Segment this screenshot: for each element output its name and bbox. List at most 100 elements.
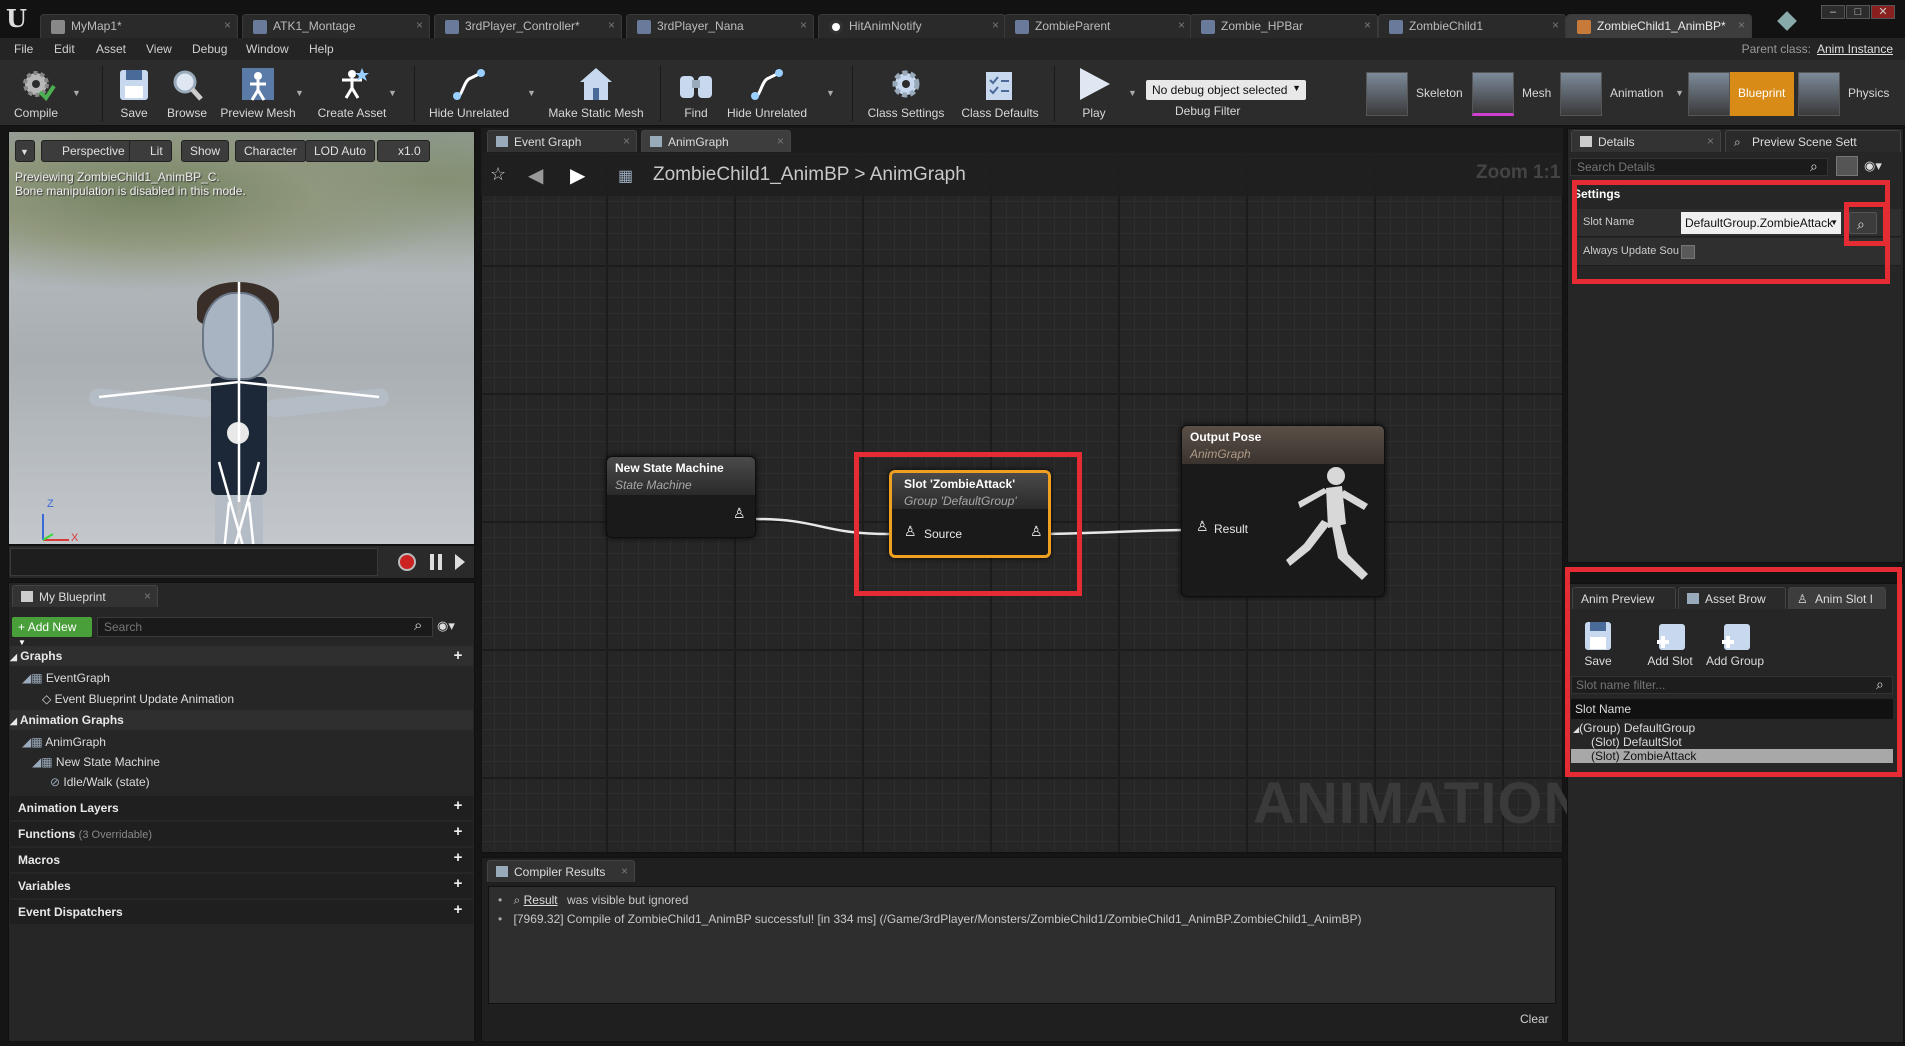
chevron-down-icon[interactable]: ▼ <box>1675 88 1684 98</box>
make-static-mesh-button[interactable]: Make Static Mesh <box>546 64 646 124</box>
section-event-dispatchers[interactable]: Event Dispatchers + <box>10 900 473 924</box>
play-options-arrow-icon[interactable]: ▼ <box>1128 88 1137 98</box>
visibility-eye-icon[interactable]: ◉▾ <box>1864 158 1882 174</box>
node-new-state-machine[interactable]: New State Machine State Machine ♙ <box>606 456 756 538</box>
close-icon[interactable]: × <box>621 864 628 878</box>
tab-3rdplayer-nana[interactable]: 3rdPlayer_Nana × <box>626 14 814 38</box>
menu-asset[interactable]: Asset <box>96 42 126 56</box>
class-settings-button[interactable]: Class Settings <box>864 64 948 124</box>
tab-compiler-results[interactable]: Compiler Results × <box>487 860 635 882</box>
close-icon[interactable]: × <box>1707 134 1714 148</box>
section-variables[interactable]: Variables + <box>10 874 473 898</box>
close-icon[interactable]: × <box>1364 18 1371 32</box>
mode-blueprint[interactable]: Blueprint <box>1688 72 1794 116</box>
search-icon[interactable]: ⌕ <box>414 617 422 634</box>
tab-mymap1[interactable]: MyMap1* × <box>40 14 238 38</box>
close-icon[interactable]: × <box>224 18 231 32</box>
tab-details[interactable]: Details × <box>1571 130 1721 152</box>
details-search-input[interactable] <box>1570 158 1828 176</box>
result-link[interactable]: Result <box>524 893 558 907</box>
minimize-button[interactable]: – <box>1821 5 1845 19</box>
mode-skeleton[interactable]: Skeleton <box>1366 72 1466 116</box>
menu-window[interactable]: Window <box>246 42 289 56</box>
record-icon[interactable] <box>398 553 416 571</box>
tree-item-idle-walk[interactable]: ⊘ Idle/Walk (state) <box>10 772 473 792</box>
unreal-logo-icon[interactable]: U <box>6 4 36 34</box>
hide-unrelated-button[interactable]: Hide Unrelated <box>426 64 512 124</box>
character-button[interactable]: Character <box>235 140 306 162</box>
compile-button[interactable]: Compile <box>8 64 64 124</box>
create-asset-options-arrow-icon[interactable]: ▼ <box>388 88 397 98</box>
timeline-scrubber[interactable] <box>10 548 378 576</box>
viewport-options-button[interactable]: ▼ <box>15 140 35 162</box>
tree-item-event-update[interactable]: ◇ Event Blueprint Update Animation <box>10 689 473 709</box>
close-icon[interactable]: × <box>623 134 630 148</box>
step-forward-icon[interactable] <box>455 554 465 570</box>
node-output-pose[interactable]: Output Pose AnimGraph ♙ Result <box>1181 425 1385 597</box>
clear-button[interactable]: Clear <box>1520 1012 1549 1026</box>
feedback-icon[interactable] <box>1777 11 1797 31</box>
add-macro-plus-icon[interactable]: + <box>451 850 465 865</box>
show-button[interactable]: Show <box>181 140 230 162</box>
menu-file[interactable]: File <box>14 42 33 56</box>
lod-button[interactable]: LOD Auto <box>305 140 376 162</box>
tree-item-animgraph[interactable]: ◢▦ AnimGraph <box>10 732 473 752</box>
pause-icon[interactable] <box>430 554 442 570</box>
save-button[interactable]: Save <box>112 64 156 124</box>
tab-zombiechild1[interactable]: ZombieChild1 × <box>1378 14 1566 38</box>
preview-viewport[interactable]: ▼ Perspective Lit Show Character LOD Aut… <box>8 131 475 545</box>
section-animation-layers[interactable]: Animation Layers + <box>10 796 473 820</box>
tab-zombiechild1-animbp[interactable]: ZombieChild1_AnimBP* × <box>1566 14 1752 38</box>
browse-button[interactable]: Browse <box>162 64 212 124</box>
add-layer-plus-icon[interactable]: + <box>451 798 465 813</box>
mode-physics[interactable]: Physics <box>1798 72 1898 116</box>
tab-3rdplayer-controller[interactable]: 3rdPlayer_Controller* × <box>434 14 622 38</box>
menu-debug[interactable]: Debug <box>192 42 227 56</box>
play-button[interactable]: Play <box>1066 64 1122 124</box>
playback-speed-button[interactable]: x1.0 <box>377 140 430 162</box>
tab-preview-scene-settings[interactable]: ⌕ Preview Scene Sett <box>1725 130 1901 152</box>
property-matrix-icon[interactable] <box>1836 156 1858 176</box>
preview-mesh-button[interactable]: Preview Mesh <box>216 64 300 124</box>
perspective-button[interactable]: Perspective <box>41 140 134 162</box>
class-defaults-button[interactable]: Class Defaults <box>958 64 1042 124</box>
pose-output-pin-icon[interactable]: ♙ <box>733 505 746 522</box>
close-icon[interactable]: × <box>416 18 423 32</box>
blueprint-search-input[interactable] <box>97 617 433 637</box>
close-icon[interactable]: × <box>800 18 807 32</box>
section-graphs[interactable]: ◢ Graphs + <box>10 646 473 666</box>
close-icon[interactable]: × <box>1552 18 1559 32</box>
lit-button[interactable]: Lit <box>129 140 172 162</box>
parent-class-link[interactable]: Anim Instance <box>1817 42 1893 56</box>
add-dispatcher-plus-icon[interactable]: + <box>451 902 465 917</box>
tab-animgraph[interactable]: AnimGraph × <box>641 130 791 152</box>
add-variable-plus-icon[interactable]: + <box>451 876 465 891</box>
find-button[interactable]: Find <box>674 64 718 124</box>
tree-item-eventgraph[interactable]: ◢▦ EventGraph <box>10 668 473 688</box>
section-functions[interactable]: Functions (3 Overridable) + <box>10 822 473 846</box>
tab-event-graph[interactable]: Event Graph × <box>487 130 637 152</box>
hide-unrelated-2-options-arrow-icon[interactable]: ▼ <box>826 88 835 98</box>
close-icon[interactable]: × <box>992 18 999 32</box>
maximize-button[interactable]: □ <box>1846 5 1870 19</box>
hide-unrelated-options-arrow-icon[interactable]: ▼ <box>527 88 536 98</box>
tab-atk1-montage[interactable]: ATK1_Montage × <box>242 14 430 38</box>
close-icon[interactable]: × <box>608 18 615 32</box>
close-window-button[interactable]: ✕ <box>1871 5 1895 19</box>
close-icon[interactable]: × <box>144 589 151 603</box>
hide-unrelated-2-button[interactable]: Hide Unrelated <box>724 64 810 124</box>
add-graph-plus-icon[interactable]: + <box>451 648 465 663</box>
section-macros[interactable]: Macros + <box>10 848 473 872</box>
compile-options-arrow-icon[interactable]: ▼ <box>72 88 81 98</box>
mode-animation[interactable]: Animation ▼ <box>1560 72 1684 116</box>
menu-edit[interactable]: Edit <box>54 42 75 56</box>
close-icon[interactable]: × <box>777 134 784 148</box>
pose-input-pin-icon[interactable]: ♙ <box>1196 518 1209 535</box>
tab-zombie-hpbar[interactable]: Zombie_HPBar × <box>1190 14 1378 38</box>
debug-object-select[interactable]: No debug object selected ▼ <box>1146 80 1306 100</box>
close-icon[interactable]: × <box>1738 18 1745 32</box>
tab-zombieparent[interactable]: ZombieParent × <box>1004 14 1192 38</box>
close-icon[interactable]: × <box>1178 18 1185 32</box>
menu-view[interactable]: View <box>146 42 172 56</box>
menu-help[interactable]: Help <box>309 42 334 56</box>
